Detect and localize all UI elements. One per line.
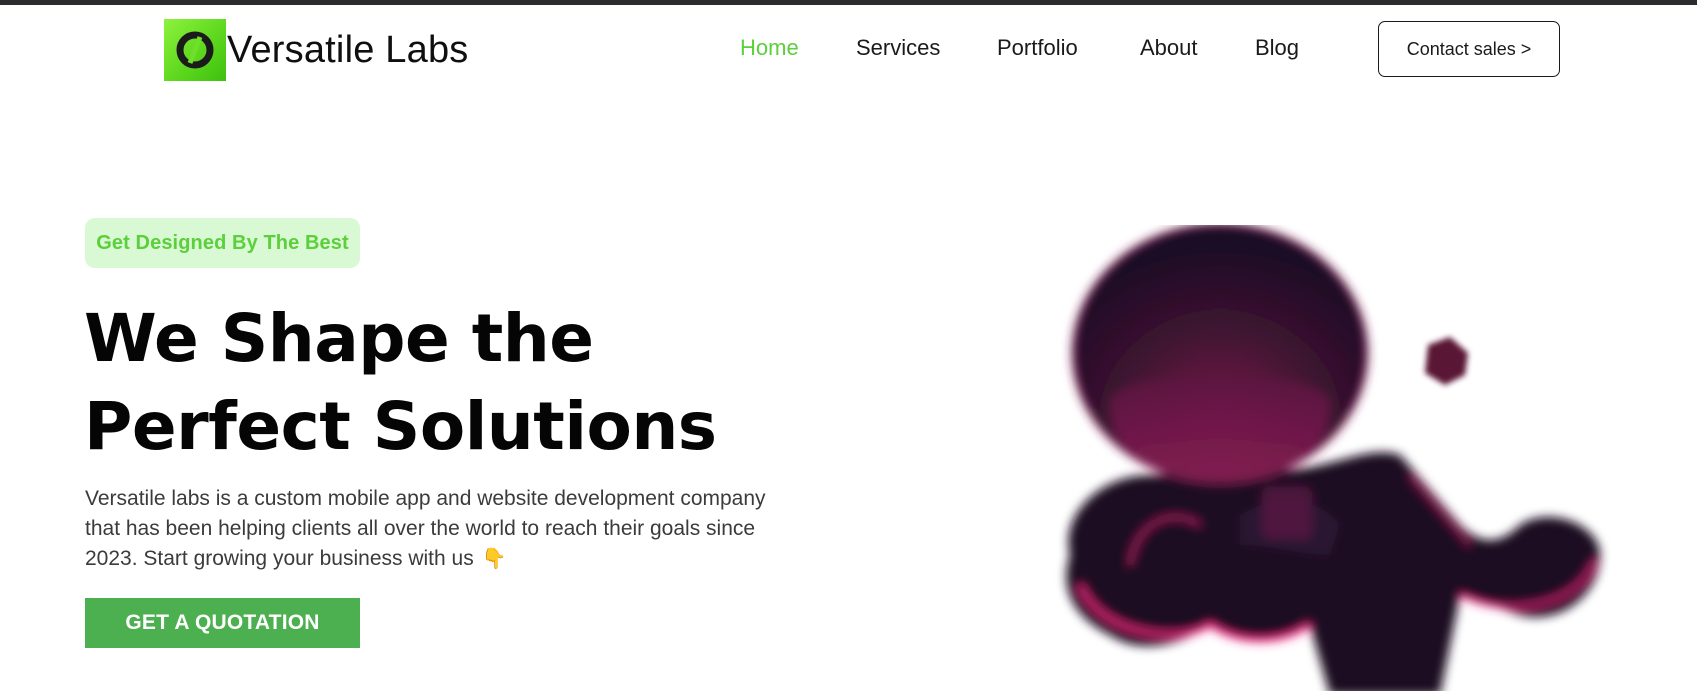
link-ring-icon (176, 31, 214, 69)
nav-item-blog[interactable]: Blog (1255, 35, 1299, 61)
pointing-down-hand-icon: 👇 (481, 548, 507, 570)
logo-icon (164, 19, 226, 81)
hero-description: Versatile labs is a custom mobile app an… (85, 484, 785, 574)
site-header: Versatile Labs Home Services Portfolio A… (0, 5, 1697, 95)
hero-tag-badge: Get Designed By The Best (85, 218, 360, 268)
brand-name: Versatile Labs (227, 28, 469, 71)
get-quotation-button[interactable]: GET A QUOTATION (85, 598, 360, 648)
hero-headline-line-1: We Shape the (84, 300, 594, 377)
contact-sales-button[interactable]: Contact sales > (1378, 21, 1560, 77)
hero-description-text: Versatile labs is a custom mobile app an… (85, 487, 766, 570)
nav-item-about[interactable]: About (1140, 35, 1198, 61)
hero-headline-line-2: Perfect Solutions (84, 388, 717, 465)
nav-item-portfolio[interactable]: Portfolio (997, 35, 1078, 61)
hero-headline: We Shape the Perfect Solutions (84, 295, 717, 471)
brand-logo-link[interactable]: Versatile Labs (164, 19, 469, 81)
hero-tag-text: Get Designed By The Best (96, 231, 349, 254)
nav-item-services[interactable]: Services (856, 35, 940, 61)
nav-item-home[interactable]: Home (740, 35, 799, 61)
astronaut-illustration (1066, 225, 1600, 691)
